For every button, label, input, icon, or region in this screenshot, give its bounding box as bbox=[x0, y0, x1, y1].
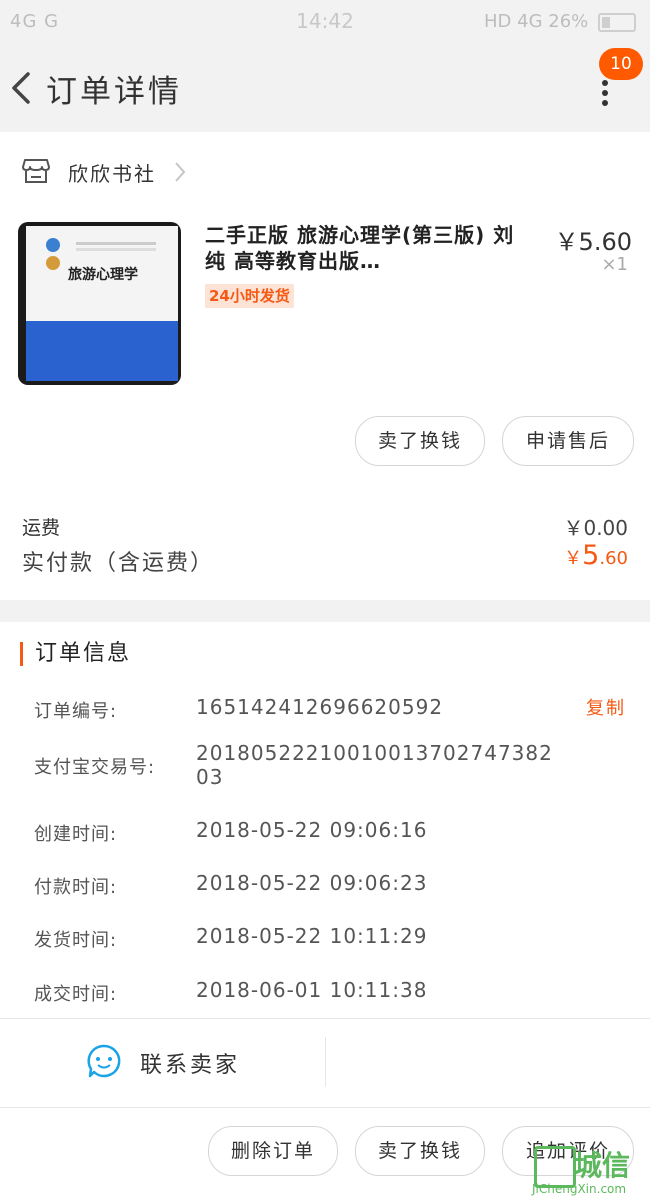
contact-bar: 联系卖家 bbox=[0, 1018, 650, 1108]
deal-time-value: 2018-06-01 10:11:38 bbox=[196, 978, 428, 1002]
paid-time-value: 2018-05-22 09:06:23 bbox=[196, 871, 428, 895]
cover-title: 旅游心理学 bbox=[68, 267, 138, 283]
network-status: HD 4G 26% bbox=[484, 11, 589, 32]
chat-bubble-icon bbox=[87, 1044, 121, 1078]
created-time-value: 2018-05-22 09:06:16 bbox=[196, 818, 428, 842]
shipping-tag: 24小时发货 bbox=[205, 284, 294, 308]
shipping-label: 运费 bbox=[22, 517, 61, 539]
publisher-seal bbox=[46, 256, 60, 270]
after-sale-button[interactable]: 申请售后 bbox=[502, 416, 634, 466]
page-title: 订单详情 bbox=[46, 74, 182, 110]
currency-symbol: ￥ bbox=[564, 548, 583, 569]
copy-button[interactable]: 复制 bbox=[586, 694, 626, 720]
shipped-time-label: 发货时间: bbox=[34, 930, 118, 951]
product-title[interactable]: 二手正版 旅游心理学(第三版) 刘纯 高等教育出版… bbox=[205, 222, 535, 274]
alipay-number-value: 2018052221001001370274738203 bbox=[196, 741, 553, 789]
chevron-right-icon bbox=[175, 162, 186, 182]
product-price: ￥5.60 bbox=[554, 228, 632, 256]
watermark-text: 城信 bbox=[574, 1149, 631, 1182]
battery-icon bbox=[598, 12, 636, 32]
message-count-badge: 10 bbox=[599, 48, 643, 80]
store-icon bbox=[22, 159, 50, 183]
paid-integer: 5 bbox=[582, 540, 600, 571]
product-image[interactable]: 旅游心理学 bbox=[18, 222, 181, 385]
paid-amount: ￥5.60 bbox=[564, 540, 628, 571]
deal-time-label: 成交时间: bbox=[34, 984, 118, 1005]
paid-label: 实付款（含运费） bbox=[22, 551, 215, 576]
shop-row[interactable]: 欣欣书社 bbox=[0, 132, 650, 212]
sell-button-bottom[interactable]: 卖了换钱 bbox=[355, 1126, 485, 1176]
created-time-label: 创建时间: bbox=[34, 824, 118, 845]
alipay-number-label: 支付宝交易号: bbox=[34, 757, 156, 778]
order-number-label: 订单编号: bbox=[34, 701, 118, 722]
status-right: HD 4G 26% bbox=[484, 11, 636, 32]
sell-button[interactable]: 卖了换钱 bbox=[355, 416, 485, 466]
status-bar: 4G G 14:42 HD 4G 26% bbox=[0, 0, 650, 44]
delete-order-button[interactable]: 删除订单 bbox=[208, 1126, 338, 1176]
order-info-title: 订单信息 bbox=[20, 642, 131, 666]
shipped-time-value: 2018-05-22 10:11:29 bbox=[196, 924, 428, 948]
shop-name: 欣欣书社 bbox=[68, 162, 156, 186]
cover-blue-band bbox=[26, 321, 178, 381]
more-menu-icon[interactable] bbox=[590, 76, 620, 116]
product-quantity: ×1 bbox=[601, 254, 628, 275]
vertical-divider bbox=[325, 1037, 326, 1087]
paid-decimal: .60 bbox=[599, 548, 628, 569]
contact-seller-label: 联系卖家 bbox=[140, 1053, 241, 1078]
book-cover: 旅游心理学 bbox=[26, 226, 178, 381]
watermark-logo: 城信 JiChengXin.com bbox=[528, 1140, 650, 1196]
order-number-value: 165142412696620592 bbox=[196, 695, 444, 719]
paid-time-label: 付款时间: bbox=[34, 877, 118, 898]
nav-bar: 订单详情 bbox=[0, 44, 650, 132]
section-divider bbox=[0, 600, 650, 622]
shipping-value: ￥0.00 bbox=[563, 516, 628, 540]
publisher-logo bbox=[46, 238, 60, 252]
cover-decoration bbox=[76, 242, 156, 245]
watermark-url: JiChengXin.com bbox=[532, 1182, 627, 1196]
contact-seller-button[interactable]: 联系卖家 bbox=[86, 1041, 306, 1085]
back-arrow-icon[interactable] bbox=[8, 70, 38, 106]
